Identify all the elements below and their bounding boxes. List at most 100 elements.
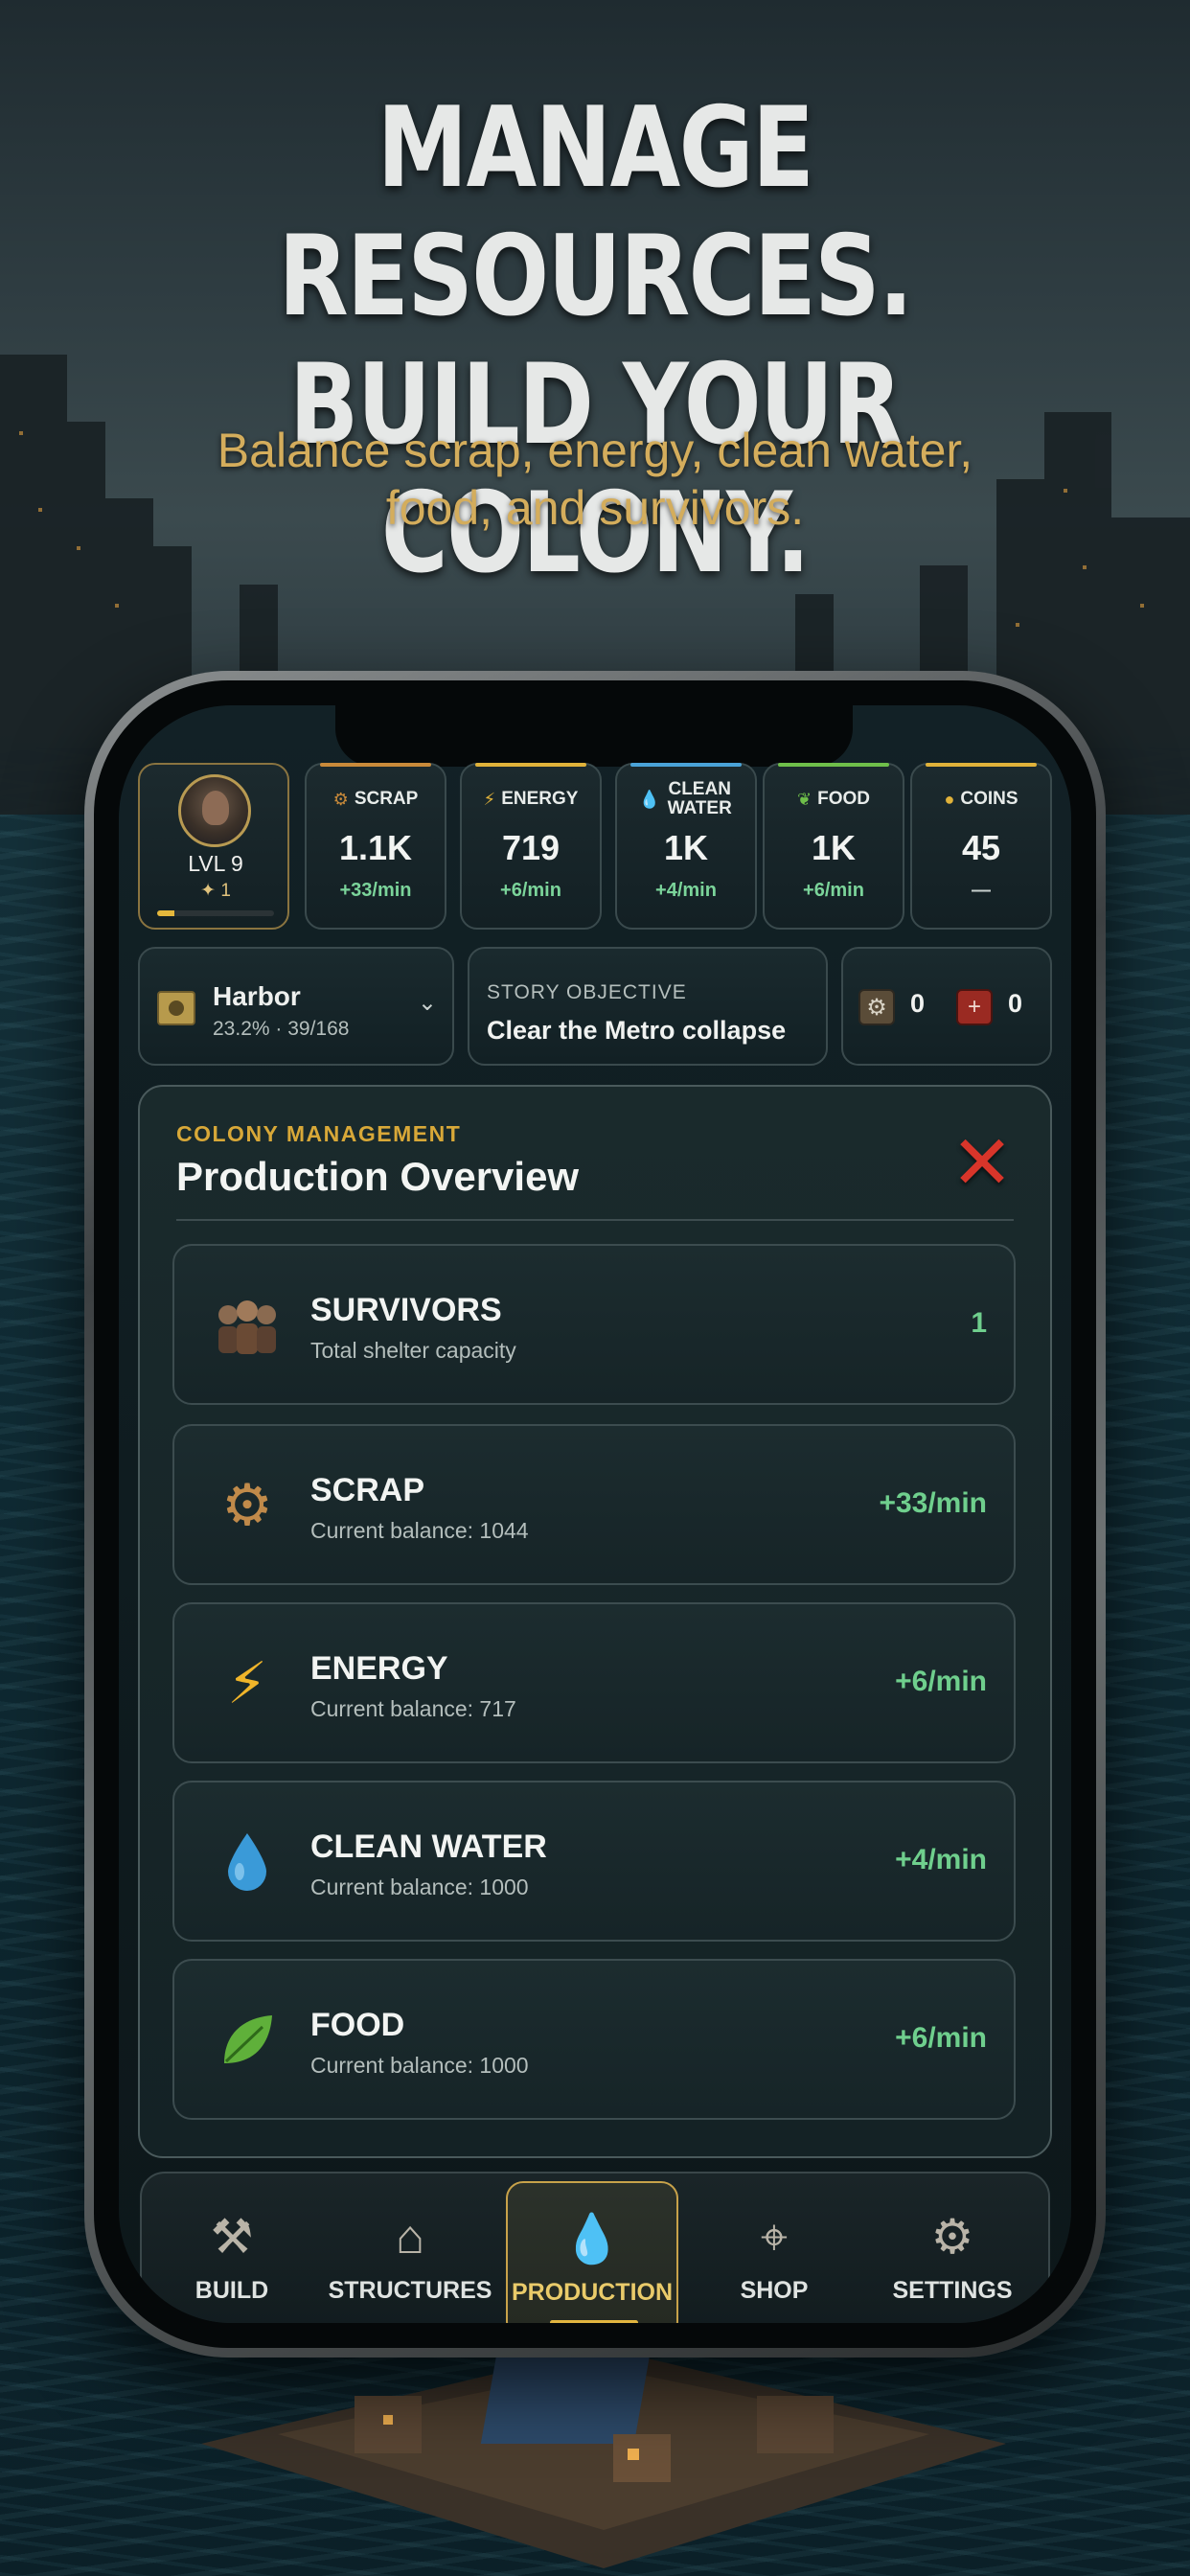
leaf-icon bbox=[209, 2009, 286, 2072]
nav-structures[interactable]: ⌂ STRUCTURES bbox=[324, 2181, 496, 2323]
nav-production[interactable]: 💧 PRODUCTION bbox=[506, 2181, 678, 2323]
nav-label: STRUCTURES bbox=[328, 2277, 492, 2304]
phone-notch bbox=[335, 705, 853, 767]
row-rate: 1 bbox=[971, 1307, 987, 1339]
nav-label: PRODUCTION bbox=[511, 2279, 674, 2306]
player-avatar[interactable] bbox=[178, 774, 251, 847]
token-counters: ⚙ 0 + 0 bbox=[841, 947, 1052, 1066]
resource-accent-line bbox=[475, 763, 586, 767]
water-drop-icon bbox=[209, 1830, 286, 1894]
game-screen: LVL 9 ✦ 1 ⚙ SCRAP 1.1K +33/min ⚡ ENERGY … bbox=[119, 705, 1071, 2323]
bottom-navigation: ⚒ BUILD ⌂ STRUCTURES 💧 PRODUCTION ⌖ SHOP bbox=[140, 2172, 1050, 2323]
compass-icon: ⌖ bbox=[760, 2210, 789, 2264]
production-row-food[interactable]: FOOD Current balance: 1000 +6/min bbox=[172, 1959, 1016, 2120]
close-icon: ✕ bbox=[950, 1119, 1014, 1205]
resource-label: FOOD bbox=[817, 789, 870, 809]
resource-value: 1.1K bbox=[338, 828, 413, 867]
row-rate: +6/min bbox=[895, 1666, 987, 1697]
resource-card-coins[interactable]: ● COINS 45 — bbox=[910, 763, 1052, 930]
resource-label: ENERGY bbox=[501, 789, 579, 809]
resource-accent-line bbox=[926, 763, 1037, 767]
gear-token-count: 0 bbox=[910, 989, 926, 1018]
resource-value: 1K bbox=[811, 828, 857, 867]
resource-rate: +4/min bbox=[655, 880, 717, 901]
nav-label: SETTINGS bbox=[892, 2277, 1013, 2304]
production-panel: COLONY MANAGEMENT Production Overview ✕ … bbox=[138, 1085, 1052, 2158]
objective-label: STORY OBJECTIVE bbox=[487, 981, 687, 1003]
nav-label: BUILD bbox=[195, 2277, 269, 2304]
resource-rate: +6/min bbox=[500, 880, 561, 901]
zone-selector[interactable]: Harbor 23.2% · 39/168 ⌄ bbox=[138, 947, 454, 1066]
production-row-survivors[interactable]: SURVIVORS Total shelter capacity 1 bbox=[172, 1244, 1016, 1405]
resource-card-energy[interactable]: ⚡ ENERGY 719 +6/min bbox=[460, 763, 602, 930]
promo-subheadline: Balance scrap, energy, clean water, food… bbox=[0, 422, 1190, 537]
story-objective-card[interactable]: STORY OBJECTIVE Clear the Metro collapse bbox=[468, 947, 828, 1066]
lightning-icon: ⚡ bbox=[483, 790, 496, 809]
rank-icon: ✦ bbox=[200, 881, 217, 901]
resource-label: SCRAP bbox=[354, 789, 419, 809]
xp-progress-bar bbox=[157, 910, 274, 916]
phone-frame: LVL 9 ✦ 1 ⚙ SCRAP 1.1K +33/min ⚡ ENERGY … bbox=[84, 671, 1106, 2358]
map-icon bbox=[157, 991, 195, 1025]
resource-value: 719 bbox=[501, 828, 561, 867]
production-row-clean-water[interactable]: CLEAN WATER Current balance: 1000 +4/min bbox=[172, 1781, 1016, 1942]
row-subtitle: Current balance: 717 bbox=[310, 1696, 516, 1721]
medkit-count: 0 bbox=[1008, 989, 1023, 1018]
subline-1: Balance scrap, energy, clean water, bbox=[217, 424, 973, 477]
level-label: LVL 9 bbox=[188, 851, 243, 876]
close-button[interactable]: ✕ bbox=[949, 1120, 1016, 1205]
resource-bar: LVL 9 ✦ 1 ⚙ SCRAP 1.1K +33/min ⚡ ENERGY … bbox=[138, 763, 1052, 930]
phone-bezel: LVL 9 ✦ 1 ⚙ SCRAP 1.1K +33/min ⚡ ENERGY … bbox=[94, 680, 1096, 2348]
production-icon: 💧 bbox=[561, 2212, 623, 2266]
row-name: FOOD bbox=[310, 2007, 405, 2043]
row-rate: +4/min bbox=[895, 1844, 987, 1875]
level-sub-value: ✦ 1 bbox=[140, 880, 291, 902]
production-row-scrap[interactable]: ⚙ SCRAP Current balance: 1044 +33/min bbox=[172, 1424, 1016, 1585]
chevron-down-icon: ⌄ bbox=[417, 990, 437, 1016]
row-rate: +6/min bbox=[895, 2022, 987, 2054]
row-subtitle: Current balance: 1000 bbox=[310, 2053, 529, 2078]
production-row-energy[interactable]: ⚡ ENERGY Current balance: 717 +6/min bbox=[172, 1602, 1016, 1763]
gear-token-icon: ⚙ bbox=[858, 989, 895, 1025]
coin-icon: ● bbox=[944, 790, 955, 809]
gear-icon: ⚙ bbox=[221, 1473, 273, 1537]
resource-card-food[interactable]: ❦ FOOD 1K +6/min bbox=[763, 763, 904, 930]
resource-label: CLEAN WATER bbox=[667, 779, 732, 818]
resource-accent-line bbox=[630, 763, 742, 767]
gear-icon: ⚙ bbox=[332, 790, 349, 809]
resource-accent-line bbox=[320, 763, 431, 767]
structures-icon: ⌂ bbox=[395, 2210, 425, 2264]
player-level-card[interactable]: LVL 9 ✦ 1 bbox=[138, 763, 289, 930]
water-drop-icon: 💧 bbox=[638, 790, 661, 809]
headline-line-1: MANAGE RESOURCES. bbox=[278, 83, 913, 341]
resource-rate: +6/min bbox=[803, 880, 864, 901]
row-subtitle: Total shelter capacity bbox=[310, 1338, 516, 1363]
resource-accent-line bbox=[778, 763, 889, 767]
info-row: Harbor 23.2% · 39/168 ⌄ STORY OBJECTIVE … bbox=[138, 947, 1052, 1070]
resource-card-clean-water[interactable]: 💧 CLEAN WATER 1K +4/min bbox=[615, 763, 757, 930]
resource-card-scrap[interactable]: ⚙ SCRAP 1.1K +33/min bbox=[305, 763, 446, 930]
row-rate: +33/min bbox=[879, 1487, 987, 1519]
row-subtitle: Current balance: 1000 bbox=[310, 1874, 529, 1899]
resource-label: COINS bbox=[960, 789, 1018, 809]
resource-value: 45 bbox=[961, 828, 1001, 867]
row-name: CLEAN WATER bbox=[310, 1828, 547, 1865]
nav-shop[interactable]: ⌖ SHOP bbox=[688, 2181, 860, 2323]
nav-build[interactable]: ⚒ BUILD bbox=[146, 2181, 318, 2323]
nav-settings[interactable]: ⚙ SETTINGS bbox=[866, 2181, 1039, 2323]
gear-icon: ⚙ bbox=[930, 2210, 974, 2264]
zone-progress: 23.2% · 39/168 bbox=[213, 1018, 350, 1040]
active-tab-indicator bbox=[550, 2320, 638, 2323]
row-name: ENERGY bbox=[310, 1650, 448, 1687]
medkit-icon: + bbox=[956, 989, 993, 1025]
panel-divider bbox=[176, 1219, 1014, 1221]
row-name: SURVIVORS bbox=[310, 1292, 502, 1328]
resource-rate: +33/min bbox=[339, 880, 412, 901]
leaf-icon: ❦ bbox=[797, 790, 812, 809]
lightning-icon: ⚡ bbox=[226, 1651, 268, 1715]
nav-label: SHOP bbox=[740, 2277, 809, 2304]
zone-name: Harbor bbox=[213, 981, 301, 1011]
subline-2: food, and survivors. bbox=[385, 481, 805, 535]
panel-title: Production Overview bbox=[176, 1154, 580, 1199]
panel-kicker: COLONY MANAGEMENT bbox=[176, 1121, 462, 1146]
